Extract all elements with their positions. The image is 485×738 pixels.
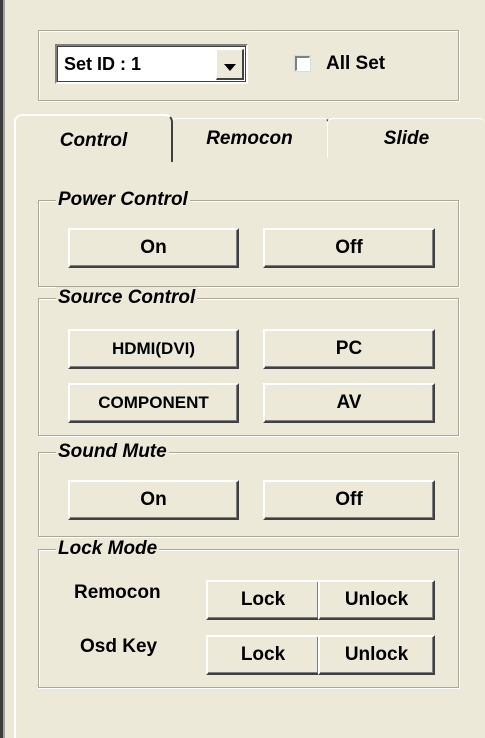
tab-slide[interactable]: Slide (327, 118, 485, 158)
power-on-button[interactable]: On (68, 228, 239, 268)
remocon-unlock-button[interactable]: Unlock (318, 580, 435, 620)
all-set-label[interactable]: All Set (326, 53, 385, 75)
window-left-border-shadow (3, 0, 5, 738)
chevron-down-icon (223, 63, 236, 71)
set-id-value: 1 (131, 54, 142, 74)
source-pc-button[interactable]: PC (263, 329, 435, 369)
source-component-button[interactable]: COMPONENT (68, 383, 239, 423)
sound-mute-title: Sound Mute (56, 441, 169, 463)
power-control-title: Power Control (56, 189, 190, 211)
osd-key-unlock-button[interactable]: Unlock (318, 635, 435, 675)
mute-off-button[interactable]: Off (263, 480, 435, 520)
osd-key-lock-button[interactable]: Lock (206, 635, 320, 675)
set-id-text: Set ID : 1 (64, 54, 141, 75)
source-control-title: Source Control (56, 287, 198, 309)
all-set-checkbox[interactable] (295, 56, 310, 71)
remocon-lock-label: Remocon (74, 582, 161, 603)
set-id-combobox[interactable]: Set ID : 1 (55, 44, 248, 84)
tab-remocon[interactable]: Remocon (170, 118, 330, 158)
source-av-button[interactable]: AV (263, 383, 435, 423)
osd-key-lock-label: Osd Key (80, 636, 158, 657)
set-id-label: Set ID : (64, 54, 132, 74)
lock-mode-title: Lock Mode (56, 538, 160, 560)
power-off-button[interactable]: Off (263, 228, 435, 268)
mute-on-button[interactable]: On (68, 480, 239, 520)
tab-control[interactable]: Control (14, 114, 173, 162)
combo-dropdown-button[interactable] (216, 49, 244, 80)
source-hdmi-button[interactable]: HDMI(DVI) (68, 329, 239, 369)
remocon-lock-button[interactable]: Lock (206, 580, 320, 620)
